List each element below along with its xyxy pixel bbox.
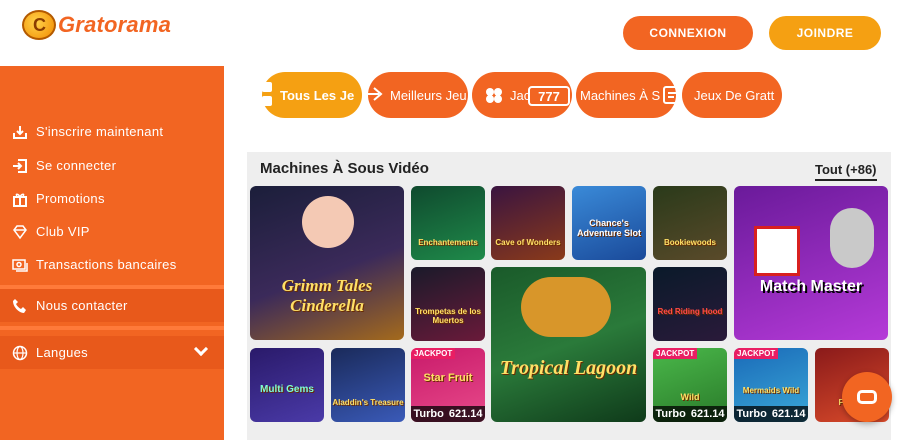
sidebar-item-label: Promotions <box>36 191 105 206</box>
turbo-label: Turbo <box>736 408 767 420</box>
tab-label: Tous Les Je <box>280 87 355 103</box>
jackpot-bar: Turbo 621.14 <box>734 406 808 422</box>
game-tile-cave-of-wonders[interactable]: Cave of Wonders <box>491 186 565 260</box>
tab-scratch-games[interactable]: Jeux De Gratt <box>682 72 782 118</box>
section-title: Machines À Sous Vidéo <box>260 160 429 177</box>
jackpot-value: 621.14 <box>448 408 483 420</box>
sidebar-item-label: Langues <box>36 345 88 360</box>
slot-777-icon: 777 <box>528 86 570 111</box>
game-tile-tropical-lagoon[interactable]: Tropical Lagoon <box>491 267 646 422</box>
gift-icon <box>10 190 30 208</box>
logo-text: Gratorama <box>58 12 172 37</box>
see-all-link[interactable]: Tout (+86) <box>815 162 877 181</box>
login-icon <box>10 157 30 175</box>
game-title: Chance's Adventure Slot <box>576 218 641 238</box>
game-tile-mermaids-wild[interactable]: JACKPOT Mermaids Wild Turbo 621.14 <box>734 348 808 422</box>
logo[interactable]: Gratorama <box>22 10 171 40</box>
login-button[interactable]: CONNEXION <box>623 16 753 50</box>
diamond-icon <box>10 223 30 241</box>
sidebar: S'inscrire maintenant Se connecter Promo… <box>0 66 224 440</box>
sidebar-item-login[interactable]: Se connecter <box>0 149 224 182</box>
popcorn-art <box>754 226 800 276</box>
header: Gratorama CONNEXION JOINDRE <box>0 0 900 66</box>
game-tile-match-master[interactable]: Match Master <box>734 186 888 340</box>
game-title: Aladdin's Treasure <box>332 398 404 407</box>
sidebar-divider <box>0 326 224 330</box>
game-title: Trompetas de los Muertos <box>415 307 481 325</box>
jackpot-value: 621.14 <box>690 408 725 420</box>
game-title: Wild <box>680 392 700 402</box>
clover-icon <box>484 85 504 110</box>
game-tile-star-fruit[interactable]: JACKPOT Star Fruit Turbo 621.14 <box>411 348 485 422</box>
game-title: Multi Gems <box>260 384 314 395</box>
chat-button[interactable] <box>842 372 892 422</box>
game-title: Mermaids Wild <box>742 386 800 395</box>
game-tile-bookiewoods[interactable]: Bookiewoods <box>653 186 727 260</box>
download-icon <box>10 123 30 141</box>
game-title: Cave of Wonders <box>495 238 561 247</box>
jaguar-art <box>521 277 611 337</box>
tab-all-games[interactable]: Tous Les Je <box>262 72 362 118</box>
jackpot-value: 621.14 <box>771 408 806 420</box>
arrow-right-icon <box>364 86 384 107</box>
sidebar-item-languages[interactable]: Langues <box>0 336 224 369</box>
game-tile-red-riding-hood[interactable]: Red Riding Hood <box>653 267 727 341</box>
sidebar-item-label: S'inscrire maintenant <box>36 124 164 139</box>
sidebar-item-label: Nous contacter <box>36 298 128 313</box>
game-title: Bookiewoods <box>663 238 716 247</box>
sidebar-item-banking[interactable]: Transactions bancaires <box>0 248 224 281</box>
sidebar-item-contact[interactable]: Nous contacter <box>0 289 224 322</box>
sidebar-item-register[interactable]: S'inscrire maintenant <box>0 115 224 148</box>
grid-icon <box>262 82 272 113</box>
chat-icon <box>857 390 877 404</box>
turbo-label: Turbo <box>413 408 444 420</box>
jackpot-bar: Turbo 621.14 <box>411 406 485 422</box>
game-title: Match Master <box>759 278 863 295</box>
join-button[interactable]: JOINDRE <box>769 16 881 50</box>
game-tile-enchantements[interactable]: Enchantements <box>411 186 485 260</box>
game-title: Tropical Lagoon <box>499 357 638 379</box>
page: Gratorama CONNEXION JOINDRE S'inscrire m… <box>0 0 900 440</box>
jackpot-badge: JACKPOT <box>411 348 456 359</box>
sidebar-item-vip[interactable]: Club VIP <box>0 215 224 248</box>
tab-slot-machines[interactable]: Machines À S <box>576 72 676 118</box>
tab-label: Meilleurs Jeu <box>390 87 467 103</box>
game-tile-aladdins-treasure[interactable]: Aladdin's Treasure <box>331 348 405 422</box>
scratch-card-icon <box>662 84 684 111</box>
tab-label: Jeux De Gratt <box>694 87 775 103</box>
jackpot-badge: JACKPOT <box>734 348 779 359</box>
game-title: Enchantements <box>418 238 478 247</box>
turbo-label: Turbo <box>655 408 686 420</box>
money-icon <box>10 256 30 274</box>
sidebar-item-label: Club VIP <box>36 224 90 239</box>
coin-logo-icon <box>22 10 56 40</box>
game-title: Grimm Tales Cinderella <box>281 276 373 315</box>
svg-text:777: 777 <box>538 89 560 104</box>
sidebar-item-promotions[interactable]: Promotions <box>0 182 224 215</box>
sidebar-item-label: Se connecter <box>36 158 117 173</box>
chevron-down-icon[interactable] <box>193 341 209 357</box>
jackpot-bar: Turbo 621.14 <box>653 406 727 422</box>
game-tile-leprechaun-wild[interactable]: JACKPOT Wild Turbo 621.14 <box>653 348 727 422</box>
globe-icon <box>10 344 30 362</box>
character-art <box>302 196 354 248</box>
game-title: Red Riding Hood <box>657 307 723 316</box>
game-tile-chances-adventure[interactable]: Chance's Adventure Slot <box>572 186 646 260</box>
game-title: Star Fruit <box>423 372 473 384</box>
jackpot-badge: JACKPOT <box>653 348 698 359</box>
character-art <box>830 208 874 268</box>
sidebar-item-label: Transactions bancaires <box>36 257 177 272</box>
game-tile-trompetas[interactable]: Trompetas de los Muertos <box>411 267 485 341</box>
phone-icon <box>10 297 30 315</box>
game-tile-cinderella[interactable]: Grimm Tales Cinderella <box>250 186 404 340</box>
tab-label: Machines À S <box>580 87 661 103</box>
game-tile-multi-gems[interactable]: Multi Gems <box>250 348 324 422</box>
